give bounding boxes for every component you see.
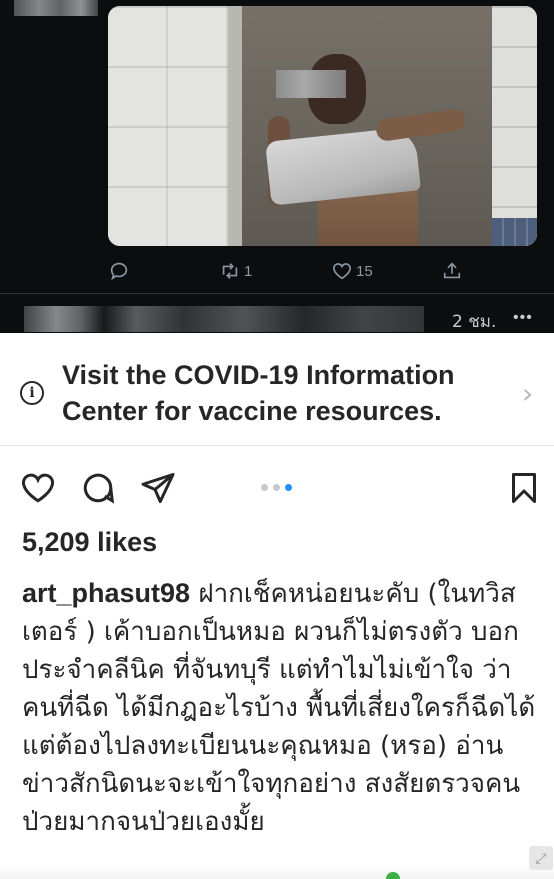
- banner-line-1: Visit the COVID-19 Information: [62, 360, 455, 390]
- send-icon: [141, 473, 175, 503]
- bookmark-icon: [512, 473, 536, 503]
- status-indicator: [386, 872, 400, 879]
- share-icon: [443, 262, 461, 279]
- blurred-username: [14, 0, 98, 16]
- caption-username[interactable]: art_phasut98: [22, 578, 190, 608]
- carousel-dot: [273, 484, 280, 491]
- tweet-actions: 1 15: [0, 256, 554, 286]
- more-options-button[interactable]: •••: [513, 309, 533, 327]
- bottom-edge: [0, 864, 554, 879]
- divider: [0, 293, 554, 294]
- heart-icon: [332, 263, 352, 280]
- carousel-dot-active: [285, 484, 292, 491]
- chevron-right-icon: ›: [522, 377, 534, 410]
- like-button[interactable]: [18, 468, 58, 508]
- carousel-indicator: [261, 484, 292, 491]
- comment-button[interactable]: [78, 468, 118, 508]
- covid-info-banner[interactable]: i Visit the COVID-19 Information Center …: [0, 333, 554, 446]
- heart-icon: [21, 473, 55, 503]
- share-button[interactable]: [441, 256, 463, 286]
- post-actions: [0, 468, 554, 512]
- blurred-next-author: [24, 306, 424, 332]
- retweet-button[interactable]: 1: [219, 256, 252, 286]
- like-button[interactable]: 15: [331, 256, 373, 286]
- save-button[interactable]: [504, 468, 544, 508]
- banner-line-2: Center for vaccine resources.: [62, 396, 442, 426]
- blue-tiles: [492, 218, 537, 246]
- like-count: 15: [356, 262, 373, 280]
- door-frame: [228, 6, 242, 246]
- face-censor-bar: [276, 70, 346, 98]
- retweet-icon: [222, 263, 238, 279]
- info-icon: i: [20, 381, 44, 405]
- wall-tiles-right: [492, 6, 537, 246]
- caption-text: ฝากเช็คหน่อยนะคับ (ในทวิสเตอร์ ) เค้าบอก…: [22, 579, 536, 837]
- reply-icon: [110, 262, 128, 281]
- retweet-count: 1: [244, 262, 253, 280]
- covid-banner-text: Visit the COVID-19 Information Center fo…: [62, 357, 502, 429]
- reply-button[interactable]: [108, 256, 130, 286]
- expand-icon[interactable]: ⤢: [529, 846, 553, 870]
- next-post-time: 2 ชม.: [452, 312, 497, 332]
- wall-tiles: [108, 6, 228, 246]
- comment-icon: [83, 473, 115, 504]
- carousel-dot: [261, 484, 268, 491]
- post-caption: art_phasut98 ฝากเช็คหน่อยนะคับ (ในทวิสเต…: [22, 574, 538, 841]
- likes-count[interactable]: 5,209 likes: [22, 527, 157, 558]
- share-button[interactable]: [138, 468, 178, 508]
- tweet-photo[interactable]: [108, 6, 537, 246]
- twitter-post: 1 15 2 ชม. •••: [0, 0, 554, 333]
